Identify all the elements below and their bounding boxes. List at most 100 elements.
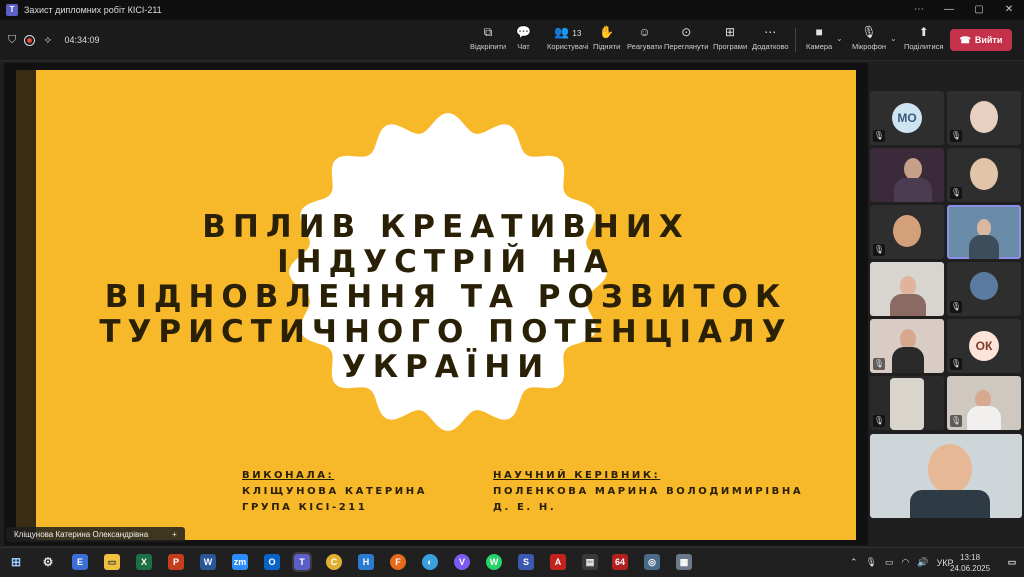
calculator-icon[interactable]: ▦ <box>676 554 692 570</box>
whatsapp-icon[interactable]: W <box>486 554 502 570</box>
taskbar-clock[interactable]: 13:18 24.06.2025 <box>950 552 990 574</box>
window-title: Захист дипломних робіт КІСІ-211 <box>24 5 162 15</box>
mic-off-icon: 🎙 <box>873 415 885 427</box>
people-icon: 👥 <box>554 25 570 39</box>
participant-tile[interactable]: 🎙 <box>947 376 1021 430</box>
taskbar-app-icon[interactable]: H <box>358 554 374 570</box>
viber-icon[interactable]: V <box>454 554 470 570</box>
microphone-tray-icon[interactable]: 🎙 <box>866 557 877 568</box>
more-options-button[interactable]: ⋯ <box>904 0 934 20</box>
settings-gear-icon[interactable]: ⚙ <box>40 554 56 570</box>
advisor-heading: НАУЧНИЙ КЕРІВНИК: <box>493 470 661 481</box>
participant-tile[interactable]: ОК 🎙 <box>947 319 1021 373</box>
advisor-credits: НАУЧНИЙ КЕРІВНИК: ПОЛЕНКОВА МАРИНА ВОЛОД… <box>493 468 803 516</box>
clock-date: 24.06.2025 <box>950 564 991 573</box>
participant-tile[interactable] <box>947 205 1021 259</box>
toolbar-divider <box>795 28 796 52</box>
acrobat-icon[interactable]: A <box>550 554 566 570</box>
presentation-slide: ВПЛИВ КРЕАТИВНИХ ІНДУСТРІЙ НА ВІДНОВЛЕНН… <box>36 70 856 540</box>
powerpoint-icon[interactable]: P <box>168 554 184 570</box>
notification-icon[interactable]: ▭ <box>1004 554 1020 570</box>
camera-icon: ■ <box>815 25 823 39</box>
leave-button[interactable]: ☎ Вийти <box>950 29 1012 51</box>
spark-icon[interactable]: ✧ <box>43 34 52 47</box>
chrome-icon[interactable]: C <box>326 554 342 570</box>
people-button[interactable]: 👥 13 Користувачі <box>547 24 588 58</box>
participant-video <box>928 444 972 494</box>
participant-avatar: МО <box>892 103 922 133</box>
participant-tile[interactable]: 🎙 <box>947 262 1021 316</box>
mic-off-icon: 🎙 <box>950 415 962 427</box>
share-icon: ⬆ <box>918 25 929 39</box>
participant-video <box>900 276 916 296</box>
participant-tile[interactable]: 🎙 <box>870 319 944 373</box>
file-explorer-icon[interactable]: ▭ <box>104 554 120 570</box>
presenter-name-tag: Кліщунова Катерина Олександрівна + <box>6 527 185 542</box>
participant-video <box>904 158 922 180</box>
mic-off-icon: 🎙 <box>873 244 885 256</box>
share-button[interactable]: ⬆ Поділитися <box>904 24 943 58</box>
raise-hand-button[interactable]: ✋ Підняти <box>593 24 620 58</box>
chevron-up-icon[interactable]: ⌃ <box>850 557 858 568</box>
windows-taskbar: ⊞ ⚙ E ▭ X P W zm O T C H F ◐ V W S A ▤ 6… <box>0 547 1024 577</box>
mic-button[interactable]: 🎙 Мікрофон <box>852 24 886 58</box>
battery-icon[interactable]: ▭ <box>885 557 894 568</box>
minimize-button[interactable]: — <box>934 0 964 20</box>
taskbar-app-icon[interactable]: ▤ <box>582 554 598 570</box>
slide-side-strip <box>16 70 36 540</box>
taskbar-app-icon[interactable]: 64 <box>612 554 628 570</box>
zoom-icon[interactable]: zm <box>232 554 248 570</box>
advisor-name: ПОЛЕНКОВА МАРИНА ВОЛОДИМИРІВНА <box>493 486 804 497</box>
close-button[interactable]: ✕ <box>994 0 1024 20</box>
taskbar-app-icon[interactable]: ◐ <box>422 554 438 570</box>
participant-photo <box>970 101 998 133</box>
participant-tile[interactable] <box>870 262 944 316</box>
wifi-icon[interactable]: ◠ <box>902 557 910 568</box>
outlook-icon[interactable]: O <box>264 554 280 570</box>
clock-time: 13:18 <box>960 553 981 562</box>
participant-tile[interactable]: 🎙 <box>947 148 1021 202</box>
apps-button[interactable]: ⊞ Програми <box>713 24 747 58</box>
camera-options-chevron-icon[interactable]: ⌄ <box>836 34 843 43</box>
participant-tile[interactable]: 🎙 <box>947 91 1021 145</box>
participant-tile-large[interactable] <box>870 434 1022 518</box>
recording-icon[interactable] <box>24 34 36 46</box>
teams-taskbar-icon[interactable]: T <box>292 552 312 572</box>
phone-hangup-icon: ☎ <box>959 34 971 45</box>
participants-gallery: МО 🎙 🎙 🎙 🎙 🎙 🎙 ОК 🎙 🎙 🎙 <box>868 63 1024 545</box>
advisor-degree: Д. Е. Н. <box>493 502 557 513</box>
save-disk-icon[interactable]: S <box>518 554 534 570</box>
maximize-button[interactable]: ▢ <box>964 0 994 20</box>
excel-icon[interactable]: X <box>136 554 152 570</box>
shield-icon[interactable]: ⛉ <box>8 34 16 47</box>
slide-title-line: ТУРИСТИЧНОГО ПОТЕНЦІАЛУ <box>99 314 793 350</box>
pin-icon[interactable]: + <box>172 530 177 539</box>
more-actions-button[interactable]: ⋯ Додатково <box>752 24 789 58</box>
word-icon[interactable]: W <box>200 554 216 570</box>
mic-off-icon: 🎙 <box>950 130 962 142</box>
view-button[interactable]: ⊙ Переглянути <box>664 24 708 58</box>
presenter-name: Кліщунова Катерина Олександрівна <box>14 530 149 539</box>
window-titlebar: T Захист дипломних робіт КІСІ-211 ⋯ — ▢ … <box>0 0 1024 20</box>
author-credits: ВИКОНАЛА: КЛІЩУНОВА КАТЕРИНА ГРУПА КІСІ-… <box>242 468 427 516</box>
teams-logo-icon: T <box>6 4 18 16</box>
participant-tile[interactable] <box>870 148 944 202</box>
camera-button[interactable]: ■ Камера <box>806 24 832 58</box>
participant-tile[interactable]: 🎙 <box>870 376 944 430</box>
volume-icon[interactable]: 🔊 <box>917 557 928 568</box>
taskbar-app-icon[interactable]: ◎ <box>644 554 660 570</box>
mic-options-chevron-icon[interactable]: ⌄ <box>890 34 897 43</box>
more-icon: ⋯ <box>764 25 777 39</box>
unpin-button[interactable]: ⧉ Відкріпити <box>470 24 506 58</box>
chat-button[interactable]: 💬 Чат <box>516 24 531 58</box>
participant-tile[interactable]: 🎙 <box>870 205 944 259</box>
participant-video <box>890 378 924 430</box>
participant-tile[interactable]: МО 🎙 <box>870 91 944 145</box>
firefox-icon[interactable]: F <box>390 554 406 570</box>
react-button[interactable]: ☺ Реагувати <box>627 24 662 58</box>
mic-off-icon: 🎙 <box>950 301 962 313</box>
view-icon: ⊙ <box>681 25 692 39</box>
mic-off-icon: 🎙 <box>950 358 962 370</box>
taskbar-app-icon[interactable]: E <box>72 554 88 570</box>
windows-start-icon[interactable]: ⊞ <box>8 554 24 570</box>
